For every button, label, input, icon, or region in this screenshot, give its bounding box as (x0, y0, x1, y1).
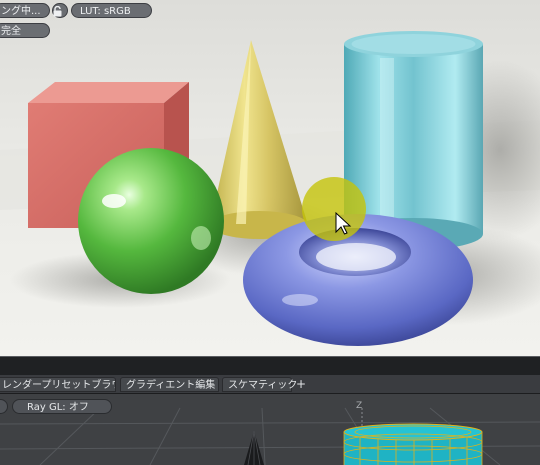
lut-selector[interactable]: LUT: sRGB (71, 3, 152, 18)
selection-highlight (302, 177, 366, 241)
panel-tab-bar: レンダープリセットブラウザ グラディエント編集 スケマティック + (0, 375, 540, 394)
torus-object (243, 214, 473, 346)
render-viewport[interactable]: ング中... LUT: sRGB 完全 (0, 0, 540, 356)
panel-splitter[interactable] (0, 356, 540, 375)
cylinder-wireframe (343, 423, 483, 465)
3d-viewport[interactable]: Ray GL: オフ Z (0, 394, 540, 465)
lock-icon[interactable] (52, 3, 68, 18)
render-status: ング中... (0, 3, 50, 18)
tab-render-preset-browser[interactable]: レンダープリセットブラウザ (0, 377, 116, 392)
render-image (0, 0, 540, 356)
add-tab-button[interactable]: + (294, 377, 308, 392)
tab-gradient-editor[interactable]: グラディエント編集 (120, 377, 219, 392)
raygl-toggle[interactable]: Ray GL: オフ (12, 399, 112, 414)
sphere-object (78, 148, 224, 294)
axis-label: Z (356, 401, 363, 411)
quality-selector[interactable]: 完全 (0, 23, 50, 38)
tab-schematic[interactable]: スケマティック (222, 377, 297, 392)
